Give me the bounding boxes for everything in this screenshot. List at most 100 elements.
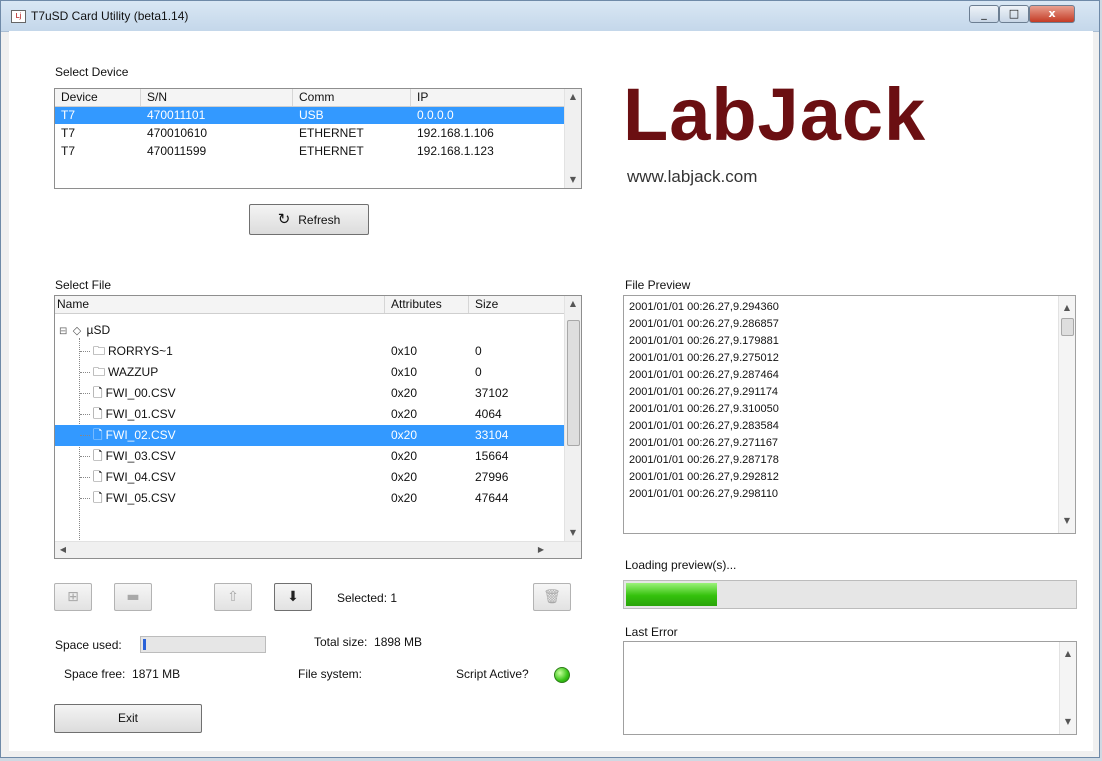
- device-cell-device: T7: [61, 126, 76, 140]
- root-label: µSD: [86, 323, 111, 337]
- upload-button[interactable]: ⇧: [214, 583, 252, 611]
- file-row[interactable]: 🗋 FWI_01.CSV 0x20 4064: [55, 404, 565, 425]
- device-row[interactable]: T7 470011101 USB 0.0.0.0: [55, 107, 565, 124]
- folder-icon: 🗀: [93, 344, 106, 358]
- file-preview-scrollbar[interactable]: ▲ ▼: [1058, 296, 1075, 533]
- file-tree[interactable]: Name Attributes Size ⊟ ◇ µSD 🗀 RORRYS~1 0x…: [54, 295, 582, 559]
- preview-line: 2001/01/01 00:26.27,9.275012: [629, 352, 779, 364]
- file-row[interactable]: 🗋 FWI_00.CSV 0x20 37102: [55, 383, 565, 404]
- scroll-thumb[interactable]: [567, 320, 580, 446]
- device-row[interactable]: T7 470010610 ETHERNET 192.168.1.106: [55, 125, 565, 142]
- file-attributes: 0x20: [391, 470, 418, 484]
- file-row[interactable]: 🗋 FWI_04.CSV 0x20 27996: [55, 467, 565, 488]
- new-file-button[interactable]: ⊞: [54, 583, 92, 611]
- file-size: 37102: [475, 386, 509, 400]
- col-sn[interactable]: S/N: [141, 89, 293, 106]
- tree-branch: [80, 477, 90, 478]
- loading-preview-label: Loading preview(s)...: [625, 558, 737, 572]
- script-active-led: [554, 667, 570, 683]
- col-ip[interactable]: IP: [411, 89, 565, 106]
- preview-line: 2001/01/01 00:26.27,9.286857: [629, 318, 779, 330]
- file-tree-vscrollbar[interactable]: ▲ ▼: [564, 296, 581, 541]
- minimize-icon: _: [981, 7, 987, 20]
- file-row[interactable]: 🗋 FWI_02.CSV 0x20 33104: [55, 425, 565, 446]
- file-size: 27996: [475, 470, 509, 484]
- minimize-button[interactable]: _: [969, 5, 999, 23]
- device-list-header: Device S/N Comm IP: [55, 89, 565, 107]
- close-icon: x: [1048, 7, 1056, 20]
- scroll-up-icon[interactable]: ▲: [565, 89, 581, 105]
- exit-label: Exit: [117, 711, 138, 725]
- scroll-down-icon[interactable]: ▼: [565, 172, 581, 188]
- trash-icon: 🗑: [543, 589, 561, 605]
- drive-icon: ◇: [72, 324, 82, 337]
- col-device[interactable]: Device: [55, 89, 141, 106]
- labjack-url[interactable]: www.labjack.com: [627, 167, 757, 187]
- file-attributes: 0x10: [391, 344, 418, 358]
- file-size: 47644: [475, 491, 509, 505]
- collapse-icon[interactable]: ⊟: [59, 326, 67, 337]
- file-tree-header: Name Attributes Size: [55, 296, 565, 314]
- file-name: WAZZUP: [108, 365, 159, 379]
- space-free-label: Space free: 1871 MB: [64, 667, 181, 681]
- scroll-left-icon[interactable]: ◀: [55, 542, 71, 558]
- scroll-up-icon[interactable]: ▲: [1060, 646, 1076, 662]
- exit-button[interactable]: Exit: [54, 704, 202, 733]
- device-cell-ip: 192.168.1.106: [417, 126, 494, 140]
- file-system-label: File system:: [298, 667, 363, 681]
- device-cell-ip: 192.168.1.123: [417, 144, 494, 158]
- file-name: FWI_04.CSV: [105, 470, 176, 484]
- col-comm[interactable]: Comm: [293, 89, 411, 106]
- download-icon: ⬇: [287, 589, 299, 605]
- title-bar[interactable]: Lj T7uSD Card Utility (beta1.14) _ □ x: [1, 1, 1099, 32]
- file-preview-text[interactable]: 2001/01/01 00:26.27,9.294360 2001/01/01 0…: [623, 295, 1076, 534]
- file-row[interactable]: 🗋 FWI_03.CSV 0x20 15664: [55, 446, 565, 467]
- col-name[interactable]: Name: [55, 296, 385, 313]
- main-panel: Select Device Device S/N Comm IP T7 47001…: [9, 31, 1093, 751]
- file-size: 33104: [475, 428, 509, 442]
- space-used-fill: [143, 639, 146, 650]
- delete-button[interactable]: 🗑: [533, 583, 571, 611]
- file-icon: 🗋: [93, 491, 103, 505]
- file-attributes: 0x10: [391, 365, 418, 379]
- device-list[interactable]: Device S/N Comm IP T7 470011101 USB 0.0.0.0…: [54, 88, 582, 189]
- scroll-up-icon[interactable]: ▲: [1059, 300, 1075, 316]
- refresh-button[interactable]: ↻ Refresh: [249, 204, 369, 235]
- file-name: RORRYS~1: [108, 344, 173, 358]
- last-error-text[interactable]: ▲ ▼: [623, 641, 1077, 735]
- file-preview-label: File Preview: [625, 278, 691, 292]
- scroll-thumb[interactable]: [1061, 318, 1074, 336]
- preview-line: 2001/01/01 00:26.27,9.291174: [629, 386, 779, 398]
- selected-count-label: Selected: 1: [337, 591, 398, 605]
- device-cell-sn: 470011599: [147, 144, 207, 158]
- tree-branch: [80, 498, 90, 499]
- preview-line: 2001/01/01 00:26.27,9.287464: [629, 369, 779, 381]
- device-list-scrollbar[interactable]: ▲ ▼: [564, 89, 581, 188]
- file-tree-hscrollbar[interactable]: ◀ ▶: [55, 541, 581, 558]
- tree-branch: [80, 351, 90, 352]
- maximize-button[interactable]: □: [999, 5, 1029, 23]
- scroll-right-icon[interactable]: ▶: [533, 542, 549, 558]
- preview-line: 2001/01/01 00:26.27,9.294360: [629, 301, 779, 313]
- new-file-icon: ⊞: [67, 589, 79, 605]
- col-size[interactable]: Size: [469, 296, 565, 313]
- file-row[interactable]: 🗀 RORRYS~1 0x10 0: [55, 341, 565, 362]
- total-size-label: Total size: 1898 MB: [314, 635, 423, 649]
- device-row[interactable]: T7 470011599 ETHERNET 192.168.1.123: [55, 143, 565, 160]
- scroll-up-icon[interactable]: ▲: [565, 296, 581, 312]
- tree-root[interactable]: ⊟ ◇ µSD: [55, 320, 581, 341]
- new-folder-button[interactable]: ▬: [114, 583, 152, 611]
- file-row[interactable]: 🗋 FWI_05.CSV 0x20 47644: [55, 488, 565, 509]
- maximize-icon: □: [1008, 7, 1020, 20]
- download-button[interactable]: ⬇: [274, 583, 312, 611]
- preview-line: 2001/01/01 00:26.27,9.292812: [629, 471, 779, 483]
- space-free-value: 1871 MB: [132, 667, 181, 681]
- scroll-down-icon[interactable]: ▼: [1059, 513, 1075, 529]
- scroll-down-icon[interactable]: ▼: [1060, 714, 1076, 730]
- col-attributes[interactable]: Attributes: [385, 296, 469, 313]
- scroll-down-icon[interactable]: ▼: [565, 525, 581, 541]
- file-row[interactable]: 🗀 WAZZUP 0x10 0: [55, 362, 565, 383]
- close-button[interactable]: x: [1029, 5, 1075, 23]
- tree-branch: [80, 435, 90, 436]
- last-error-scrollbar[interactable]: ▲ ▼: [1059, 642, 1076, 734]
